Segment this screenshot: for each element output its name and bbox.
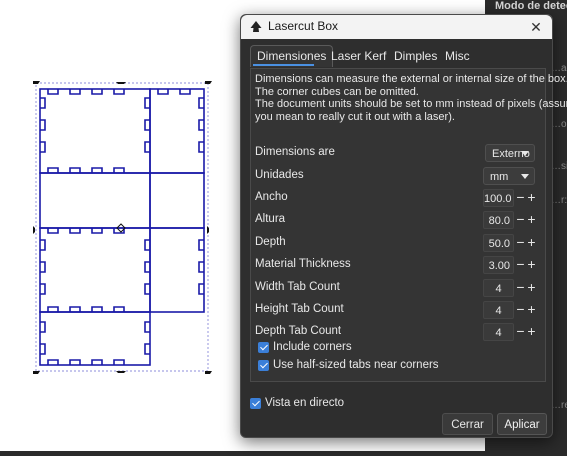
- units-label: Unidades: [255, 169, 304, 181]
- width-label: Ancho: [255, 191, 288, 203]
- depth-label: Depth: [255, 236, 286, 248]
- lasercut-box-dialog: Lasercut Box ✕ Dimensiones Laser Kerf Di…: [240, 14, 567, 438]
- dock-fragment: …recte: [551, 400, 567, 411]
- box-tabs: [40, 89, 204, 365]
- depth-tab-count-decrement-button[interactable]: −: [515, 323, 526, 341]
- depth-tab-count-input[interactable]: 4: [483, 323, 514, 341]
- dock-fragment: …orde: [551, 119, 567, 130]
- depth-increment-button[interactable]: +: [526, 234, 537, 252]
- width-tab-count-input[interactable]: 4: [483, 279, 514, 297]
- chevron-down-icon: [521, 151, 529, 156]
- close-icon[interactable]: ✕: [526, 17, 546, 37]
- width-tab-count-label: Width Tab Count: [255, 281, 340, 293]
- inkscape-app-icon: [250, 21, 262, 32]
- dimensions-panel: Dimensions can measure the external or i…: [250, 68, 567, 382]
- description-line: you mean to really cut it out with a las…: [255, 110, 455, 123]
- width-input[interactable]: 100.0: [483, 189, 514, 207]
- material-thickness-label: Material Thickness: [255, 258, 351, 270]
- active-tab-indicator: [253, 64, 314, 66]
- width-increment-button[interactable]: +: [526, 189, 537, 207]
- dialog-titlebar[interactable]: Lasercut Box ✕: [241, 15, 552, 39]
- height-increment-button[interactable]: +: [526, 211, 537, 229]
- material-thickness-decrement-button[interactable]: −: [515, 256, 526, 274]
- handle-se: [205, 371, 212, 374]
- height-input[interactable]: 80.0: [483, 211, 514, 229]
- height-tab-count-increment-button[interactable]: +: [526, 301, 537, 319]
- width-tab-count-decrement-button[interactable]: −: [515, 279, 526, 297]
- units-dropdown[interactable]: mm: [483, 167, 535, 185]
- dimensions-are-dropdown[interactable]: Externo: [485, 144, 535, 162]
- tab-laser-kerf[interactable]: Laser Kerf: [325, 45, 392, 67]
- live-preview-checkbox[interactable]: [250, 398, 261, 409]
- handle-nw: [33, 81, 40, 84]
- half-sized-tabs-checkbox[interactable]: [258, 360, 269, 371]
- live-preview-label: Vista en directo: [265, 397, 345, 409]
- dimensions-are-label: Dimensions are: [255, 146, 335, 158]
- tab-dimples[interactable]: Dimples: [388, 45, 443, 67]
- width-tab-count-increment-button[interactable]: +: [526, 279, 537, 297]
- handle-sw: [33, 371, 40, 374]
- panel-bottom: [39, 311, 151, 366]
- handle-n: [116, 82, 126, 84]
- dock-panel-title: Modo de detección: [495, 0, 567, 12]
- box-panels: [39, 88, 205, 366]
- depth-input[interactable]: 50.0: [483, 234, 514, 252]
- depth-tab-count-increment-button[interactable]: +: [526, 323, 537, 341]
- panel-low-left: [39, 227, 151, 313]
- description-line: Dimensions can measure the external or i…: [255, 73, 567, 85]
- depth-decrement-button[interactable]: −: [515, 234, 526, 252]
- panel-top-right: [149, 88, 205, 174]
- dialog-title: Lasercut Box: [268, 19, 339, 33]
- chevron-down-icon: [521, 174, 529, 179]
- description-text: Dimensions can measure the external or i…: [255, 73, 567, 123]
- width-decrement-button[interactable]: −: [515, 189, 526, 207]
- description-line: The document units should be set to mm i…: [255, 98, 567, 110]
- material-thickness-increment-button[interactable]: +: [526, 256, 537, 274]
- dock-fragment: …r:: [551, 195, 567, 206]
- height-tab-count-label: Height Tab Count: [255, 303, 344, 315]
- tab-misc[interactable]: Misc: [439, 45, 476, 67]
- height-decrement-button[interactable]: −: [515, 211, 526, 229]
- dock-fragment: …sidi: [551, 161, 567, 172]
- panel-top-left: [39, 88, 151, 174]
- panel-mid-right: [149, 172, 205, 229]
- height-tab-count-input[interactable]: 4: [483, 301, 514, 319]
- close-button[interactable]: Cerrar: [442, 413, 493, 435]
- handle-s: [116, 371, 126, 373]
- description-line: The corner cubes can be omitted.: [255, 85, 419, 98]
- units-value: mm: [490, 171, 509, 183]
- include-corners-label: Include corners: [273, 341, 352, 353]
- handle-ne: [205, 81, 212, 84]
- depth-tab-count-label: Depth Tab Count: [255, 325, 342, 337]
- handle-w: [33, 226, 35, 234]
- material-thickness-input[interactable]: 3.00: [483, 256, 514, 274]
- height-tab-count-decrement-button[interactable]: −: [515, 301, 526, 319]
- panel-mid-left: [39, 172, 151, 229]
- selection-bbox: [35, 82, 209, 372]
- height-label: Altura: [255, 213, 286, 225]
- half-sized-tabs-label: Use half-sized tabs near corners: [273, 359, 439, 371]
- apply-button[interactable]: Aplicar: [497, 413, 547, 435]
- panel-low-right: [149, 227, 205, 313]
- include-corners-checkbox[interactable]: [258, 342, 269, 353]
- handle-e: [207, 226, 209, 234]
